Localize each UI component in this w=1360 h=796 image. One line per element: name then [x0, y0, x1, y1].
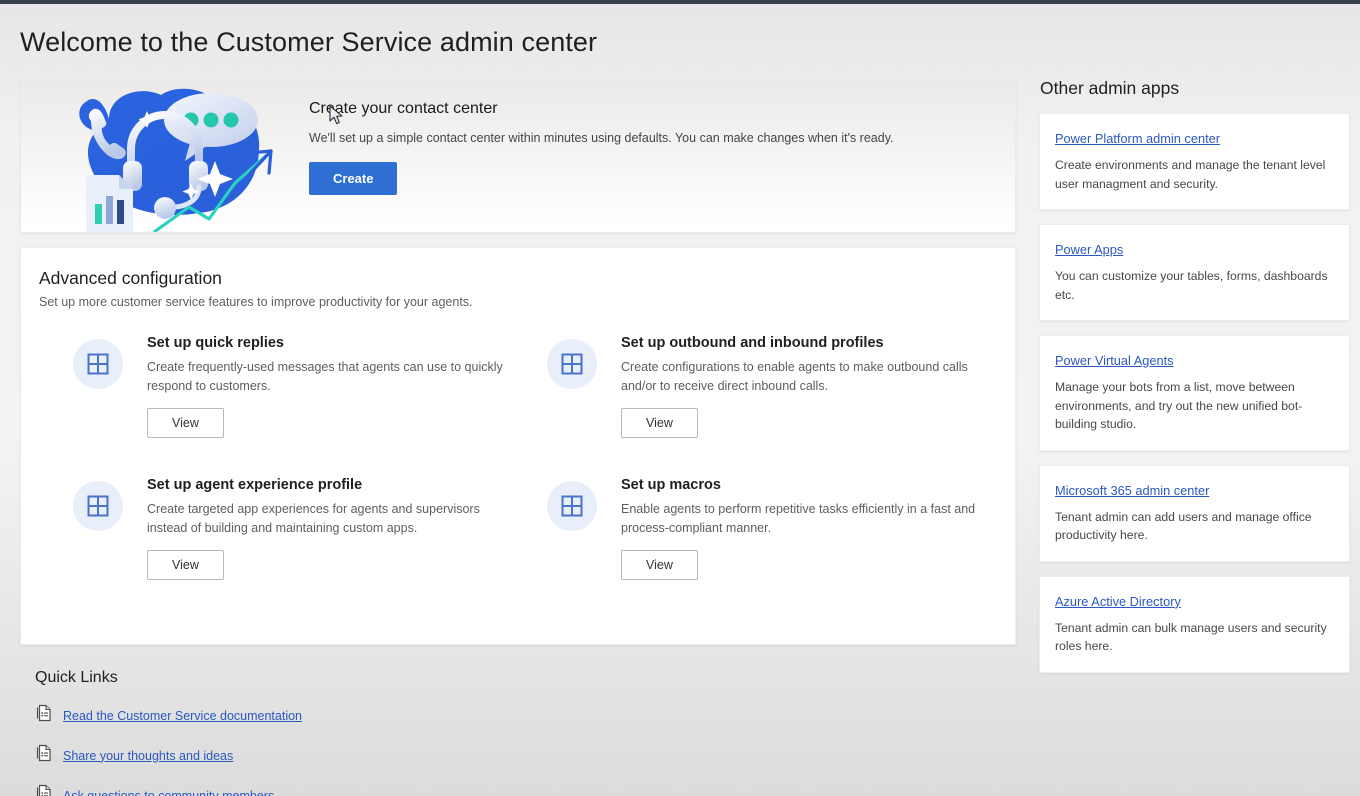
quick-link-label[interactable]: Ask questions to community members	[63, 789, 274, 796]
quick-links-list: Read the Customer Service documentation …	[35, 704, 302, 796]
feature-outbound-inbound-profiles: Set up outbound and inbound profiles Cre…	[513, 333, 987, 475]
feature-text: Set up agent experience profile Create t…	[147, 475, 513, 580]
grid-icon	[547, 481, 597, 531]
admin-app-card-power-virtual-agents: Power Virtual Agents Manage your bots fr…	[1039, 335, 1350, 451]
admin-app-link[interactable]: Power Virtual Agents	[1055, 353, 1334, 368]
hero-title: Create your contact center	[309, 100, 894, 118]
feature-description: Create configurations to enable agents t…	[621, 358, 987, 395]
admin-app-card-power-platform: Power Platform admin center Create envir…	[1039, 113, 1350, 210]
feature-title: Set up quick replies	[147, 335, 513, 351]
document-icon	[35, 744, 52, 767]
admin-app-card-microsoft-365: Microsoft 365 admin center Tenant admin …	[1039, 465, 1350, 562]
admin-center-page: Welcome to the Customer Service admin ce…	[0, 4, 1360, 796]
admin-app-description: Tenant admin can add users and manage of…	[1055, 508, 1334, 545]
feature-grid: Set up quick replies Create frequently-u…	[39, 333, 997, 580]
document-icon	[35, 704, 52, 727]
main-column: Create your contact center We'll set up …	[20, 78, 1016, 645]
feature-title: Set up macros	[621, 477, 987, 493]
admin-app-card-power-apps: Power Apps You can customize your tables…	[1039, 224, 1350, 321]
quick-links-section: Quick Links Read the Customer Service do…	[35, 669, 302, 796]
admin-app-description: Manage your bots from a list, move betwe…	[1055, 378, 1334, 434]
view-button-agent-experience-profile[interactable]: View	[147, 550, 224, 580]
grid-icon	[73, 339, 123, 389]
admin-app-description: Tenant admin can bulk manage users and s…	[1055, 619, 1334, 656]
grid-icon	[547, 339, 597, 389]
feature-description: Create frequently-used messages that age…	[147, 358, 513, 395]
other-admin-apps-title: Other admin apps	[1040, 78, 1350, 99]
admin-app-description: Create environments and manage the tenan…	[1055, 156, 1334, 193]
create-button[interactable]: Create	[309, 162, 397, 195]
grid-icon	[73, 481, 123, 531]
hero-description: We'll set up a simple contact center wit…	[309, 131, 894, 145]
view-button-outbound-inbound-profiles[interactable]: View	[621, 408, 698, 438]
feature-text: Set up macros Enable agents to perform r…	[621, 475, 987, 580]
other-admin-apps-section: Other admin apps Power Platform admin ce…	[1039, 78, 1350, 673]
page-title: Welcome to the Customer Service admin ce…	[20, 27, 597, 58]
feature-text: Set up quick replies Create frequently-u…	[147, 333, 513, 438]
admin-app-description: You can customize your tables, forms, da…	[1055, 267, 1334, 304]
contact-center-illustration	[39, 87, 309, 232]
feature-description: Create targeted app experiences for agen…	[147, 500, 513, 537]
quick-link-item[interactable]: Ask questions to community members	[35, 784, 302, 796]
create-contact-center-card: Create your contact center We'll set up …	[20, 78, 1016, 233]
feature-text: Set up outbound and inbound profiles Cre…	[621, 333, 987, 438]
admin-app-link[interactable]: Power Apps	[1055, 242, 1334, 257]
admin-app-card-azure-active-directory: Azure Active Directory Tenant admin can …	[1039, 576, 1350, 673]
hero-body: Create your contact center We'll set up …	[309, 100, 894, 195]
quick-links-title: Quick Links	[35, 669, 302, 687]
admin-app-link[interactable]: Azure Active Directory	[1055, 594, 1334, 609]
view-button-quick-replies[interactable]: View	[147, 408, 224, 438]
feature-title: Set up outbound and inbound profiles	[621, 335, 987, 351]
feature-title: Set up agent experience profile	[147, 477, 513, 493]
feature-quick-replies: Set up quick replies Create frequently-u…	[39, 333, 513, 475]
advanced-configuration-title: Advanced configuration	[39, 268, 997, 289]
quick-link-item[interactable]: Read the Customer Service documentation	[35, 704, 302, 727]
quick-link-label[interactable]: Share your thoughts and ideas	[63, 749, 233, 763]
quick-link-item[interactable]: Share your thoughts and ideas	[35, 744, 302, 767]
admin-app-link[interactable]: Microsoft 365 admin center	[1055, 483, 1334, 498]
advanced-configuration-subtitle: Set up more customer service features to…	[39, 295, 997, 309]
feature-agent-experience-profile: Set up agent experience profile Create t…	[39, 475, 513, 580]
quick-link-label[interactable]: Read the Customer Service documentation	[63, 709, 302, 723]
feature-description: Enable agents to perform repetitive task…	[621, 500, 987, 537]
feature-macros: Set up macros Enable agents to perform r…	[513, 475, 987, 580]
advanced-configuration-card: Advanced configuration Set up more custo…	[20, 247, 1016, 645]
admin-app-link[interactable]: Power Platform admin center	[1055, 131, 1334, 146]
view-button-macros[interactable]: View	[621, 550, 698, 580]
document-icon	[35, 784, 52, 796]
